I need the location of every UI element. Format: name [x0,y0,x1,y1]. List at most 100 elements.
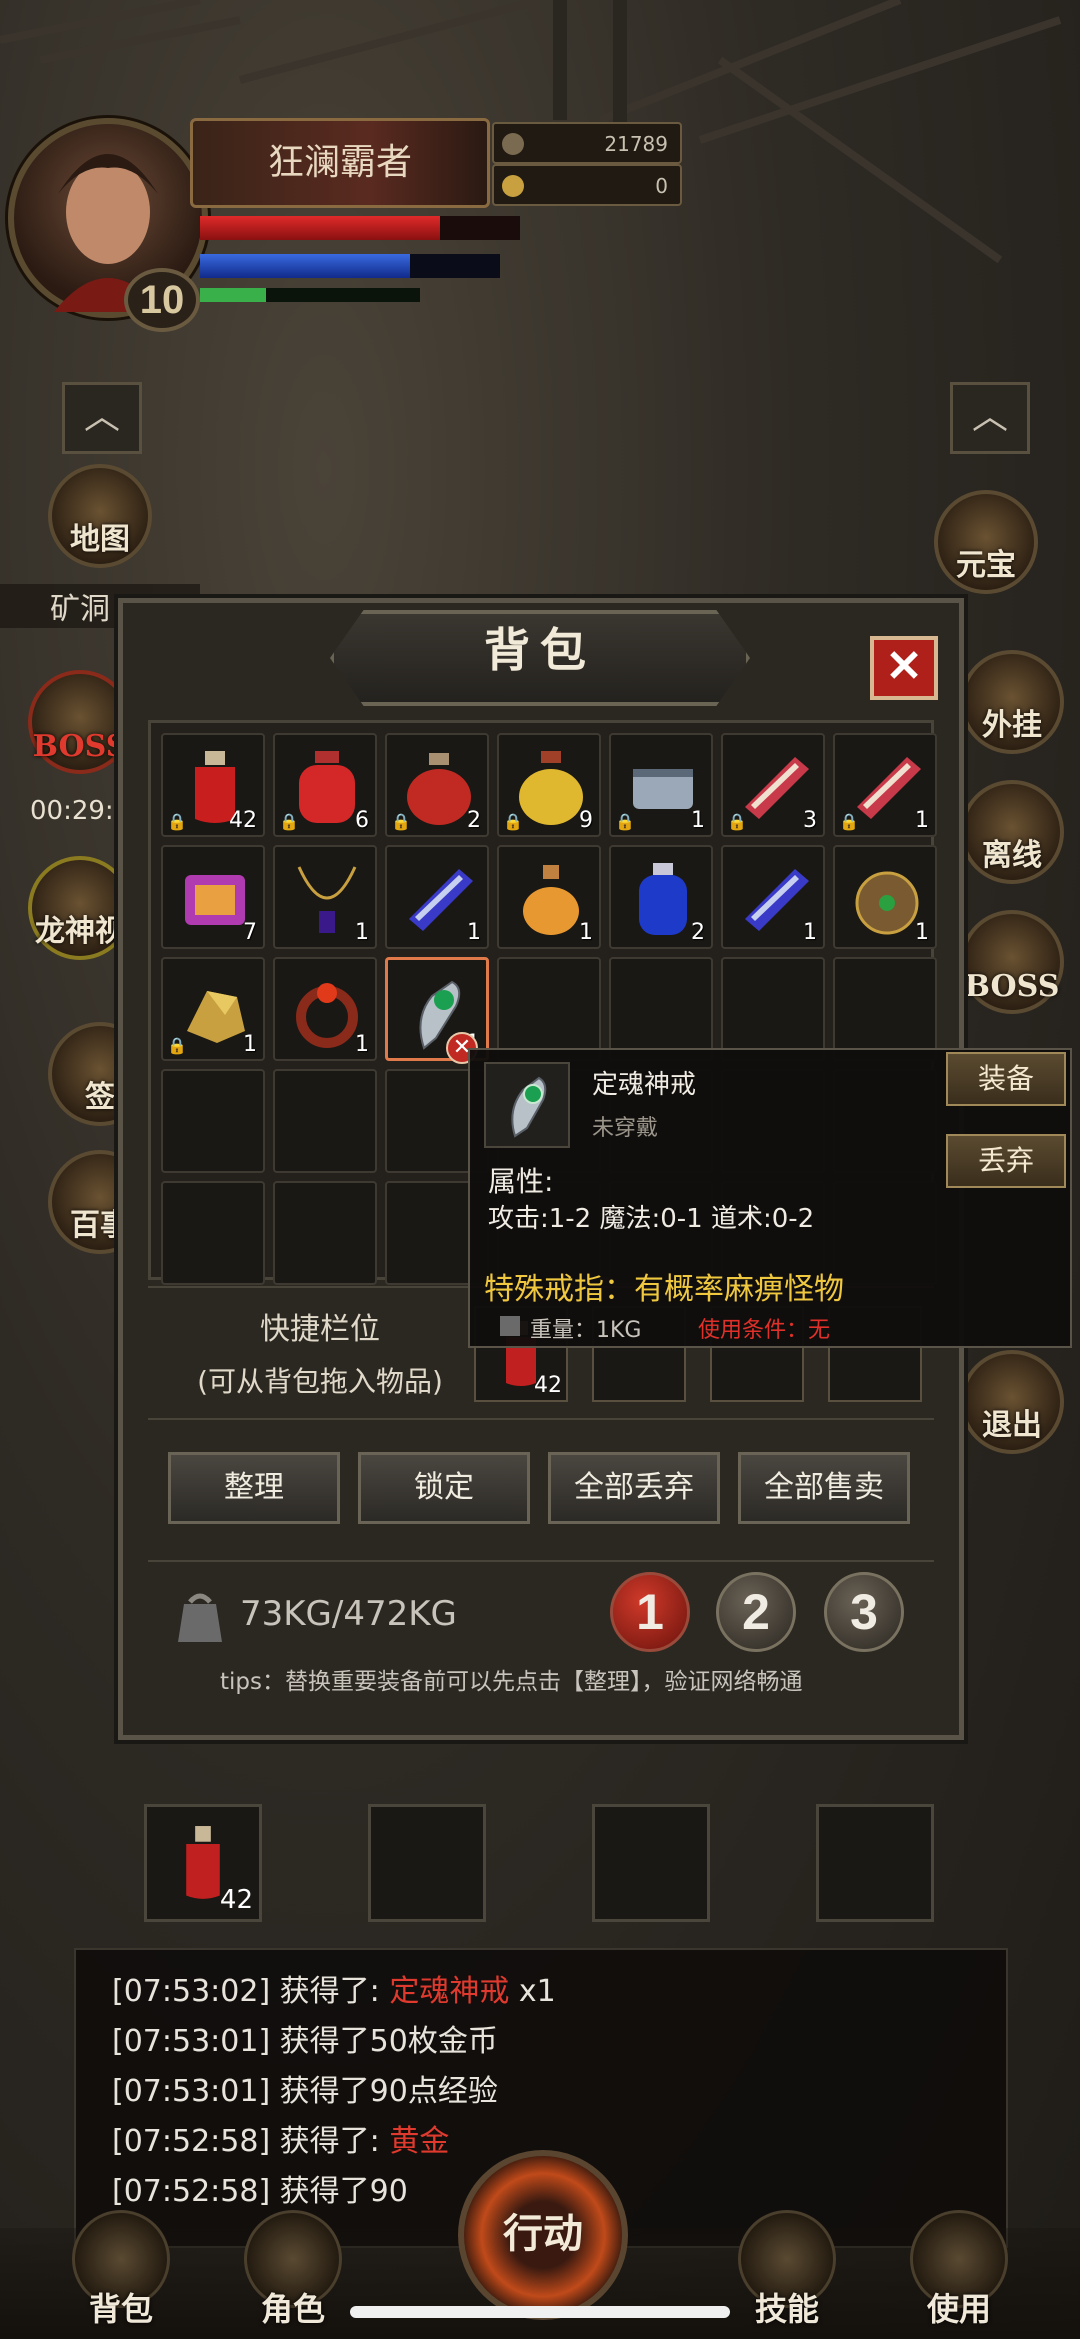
bag-slot[interactable] [273,1069,377,1173]
bag-slot[interactable]: 2 [609,845,713,949]
bag-slot[interactable] [833,957,937,1061]
bag-title-bar: 背包 [330,610,750,706]
chevron-up-icon: ︿ [971,396,1008,437]
bag-title: 背包 [484,623,596,677]
home-indicator[interactable] [350,2306,730,2318]
map-label: 地图 [70,522,130,557]
hotbar-slot-4[interactable] [816,1804,934,1922]
bag-slot[interactable]: 1 [273,957,377,1061]
log-line: [07:53:01] 获得了90点经验 [112,2074,498,2109]
bag-slot[interactable] [161,1181,265,1285]
item-count: 42 [229,808,257,833]
weight-icon [176,1590,224,1644]
boss-button[interactable]: BOSS [28,670,132,774]
bag-slot[interactable]: 1 🔒 [609,733,713,837]
hotbar-slot-3[interactable] [592,1804,710,1922]
player-name-plate: 狂澜霸者 [190,118,490,208]
weight-small-icon [500,1316,520,1336]
bag-slot[interactable]: 42 🔒 [161,733,265,837]
item-count: 2 [467,808,481,833]
nav-role-button[interactable]: 角色 [228,2200,358,2330]
lock-icon: 🔒 [615,812,635,831]
bag-slot[interactable]: 6 🔒 [273,733,377,837]
sort-button[interactable]: 整理 [168,1452,340,1524]
gold-ore-icon [187,991,245,1043]
item-count: 7 [243,920,257,945]
lock-icon: 🔒 [391,812,411,831]
yuanbao-label: 元宝 [956,548,1016,583]
bag-slot[interactable]: 1 🔒 [833,733,937,837]
item-count: 1 [355,920,369,945]
dragon-view-button[interactable]: 龙神视 [28,856,132,960]
nav-bag-label: 背包 [88,2290,153,2328]
page-1-button[interactable]: 1 [610,1572,690,1652]
nav-use-button[interactable]: 使用 [894,2200,1024,2330]
bag-slot[interactable] [273,1181,377,1285]
log-line: [07:52:58] 获得了: 黄金 [112,2124,450,2159]
orange-potion-icon [523,865,579,935]
quit-button[interactable]: 退出 [960,1350,1064,1454]
bag-slot[interactable] [497,957,601,1061]
action-button[interactable]: 行动 [458,2150,628,2320]
collapse-left-button[interactable]: ︿ [62,382,142,454]
bag-slot[interactable] [609,957,713,1061]
blue-potion-icon [639,863,687,935]
collapse-right-button[interactable]: ︿ [950,382,1030,454]
bag-slot[interactable]: 1 [721,845,825,949]
lock-button[interactable]: 锁定 [358,1452,530,1524]
item-count: 1 [915,808,929,833]
bag-slot[interactable]: 1 [833,845,937,949]
nav-skill-button[interactable]: 技能 [722,2200,852,2330]
dragon-label: 龙神视 [35,914,125,949]
discard-button[interactable]: 丢弃 [946,1134,1066,1188]
bag-slot[interactable]: 1 [385,845,489,949]
gold-counter: 21789 [492,122,682,164]
ingot-icon [502,175,524,197]
map-button[interactable]: 地图 [48,464,152,568]
equip-button[interactable]: 装备 [946,1052,1066,1106]
red-jar-icon [407,753,471,825]
coin-icon [502,133,524,155]
close-icon: ✕ [885,642,923,691]
close-button[interactable]: ✕ [870,636,938,700]
bag-slot[interactable]: 7 [161,845,265,949]
hp-bar [200,216,520,240]
page-3-button[interactable]: 3 [824,1572,904,1652]
discard-all-button[interactable]: 全部丢弃 [548,1452,720,1524]
nav-bag-button[interactable]: 背包 [56,2200,186,2330]
bag-weight: 73KG/472KG [240,1594,457,1634]
hotbar-slot-1[interactable]: 42 [144,1804,262,1922]
tooltip-attr-title: 属性: [488,1165,554,1198]
page-2-button[interactable]: 2 [716,1572,796,1652]
plugin-button[interactable]: 外挂 [960,650,1064,754]
tooltip-weight: 重量：1KG [530,1318,642,1343]
quit-label: 退出 [982,1408,1042,1443]
hotbar-slot-2[interactable] [368,1804,486,1922]
chevron-up-icon: ︿ [83,396,120,437]
yuanbao-button[interactable]: 元宝 [934,490,1038,594]
lock-icon: 🔒 [727,812,747,831]
bag-slot[interactable]: 1 [497,845,601,949]
log-line: [07:53:01] 获得了50枚金币 [112,2024,498,2059]
bag-slot[interactable]: 3 🔒 [721,733,825,837]
gold-potion-icon [519,751,583,825]
bag-slot[interactable]: 1 🔒 [161,957,265,1061]
bag-slot[interactable]: 1 [273,845,377,949]
nav-skill-label: 技能 [754,2290,819,2328]
bag-slot[interactable]: 9 🔒 [497,733,601,837]
bag-slot[interactable]: 2 🔒 [385,733,489,837]
bag-slot[interactable] [721,957,825,1061]
quick-slot-hint: (可从背包拖入物品) [197,1365,443,1398]
hotbar-count: 42 [219,1885,253,1915]
bag-slot[interactable] [161,1069,265,1173]
item-count: 6 [355,808,369,833]
exp-bar [200,288,420,302]
lock-icon: 🔒 [167,812,187,831]
offline-button[interactable]: 离线 [960,780,1064,884]
tooltip-special: 特殊戒指：有概率麻痹怪物 [484,1272,844,1307]
sell-all-button[interactable]: 全部售卖 [738,1452,910,1524]
item-count: 2 [691,920,705,945]
boss-right-button[interactable]: BOSS [960,910,1064,1014]
item-count: 1 [467,920,481,945]
ingot-counter: 0 [492,164,682,206]
